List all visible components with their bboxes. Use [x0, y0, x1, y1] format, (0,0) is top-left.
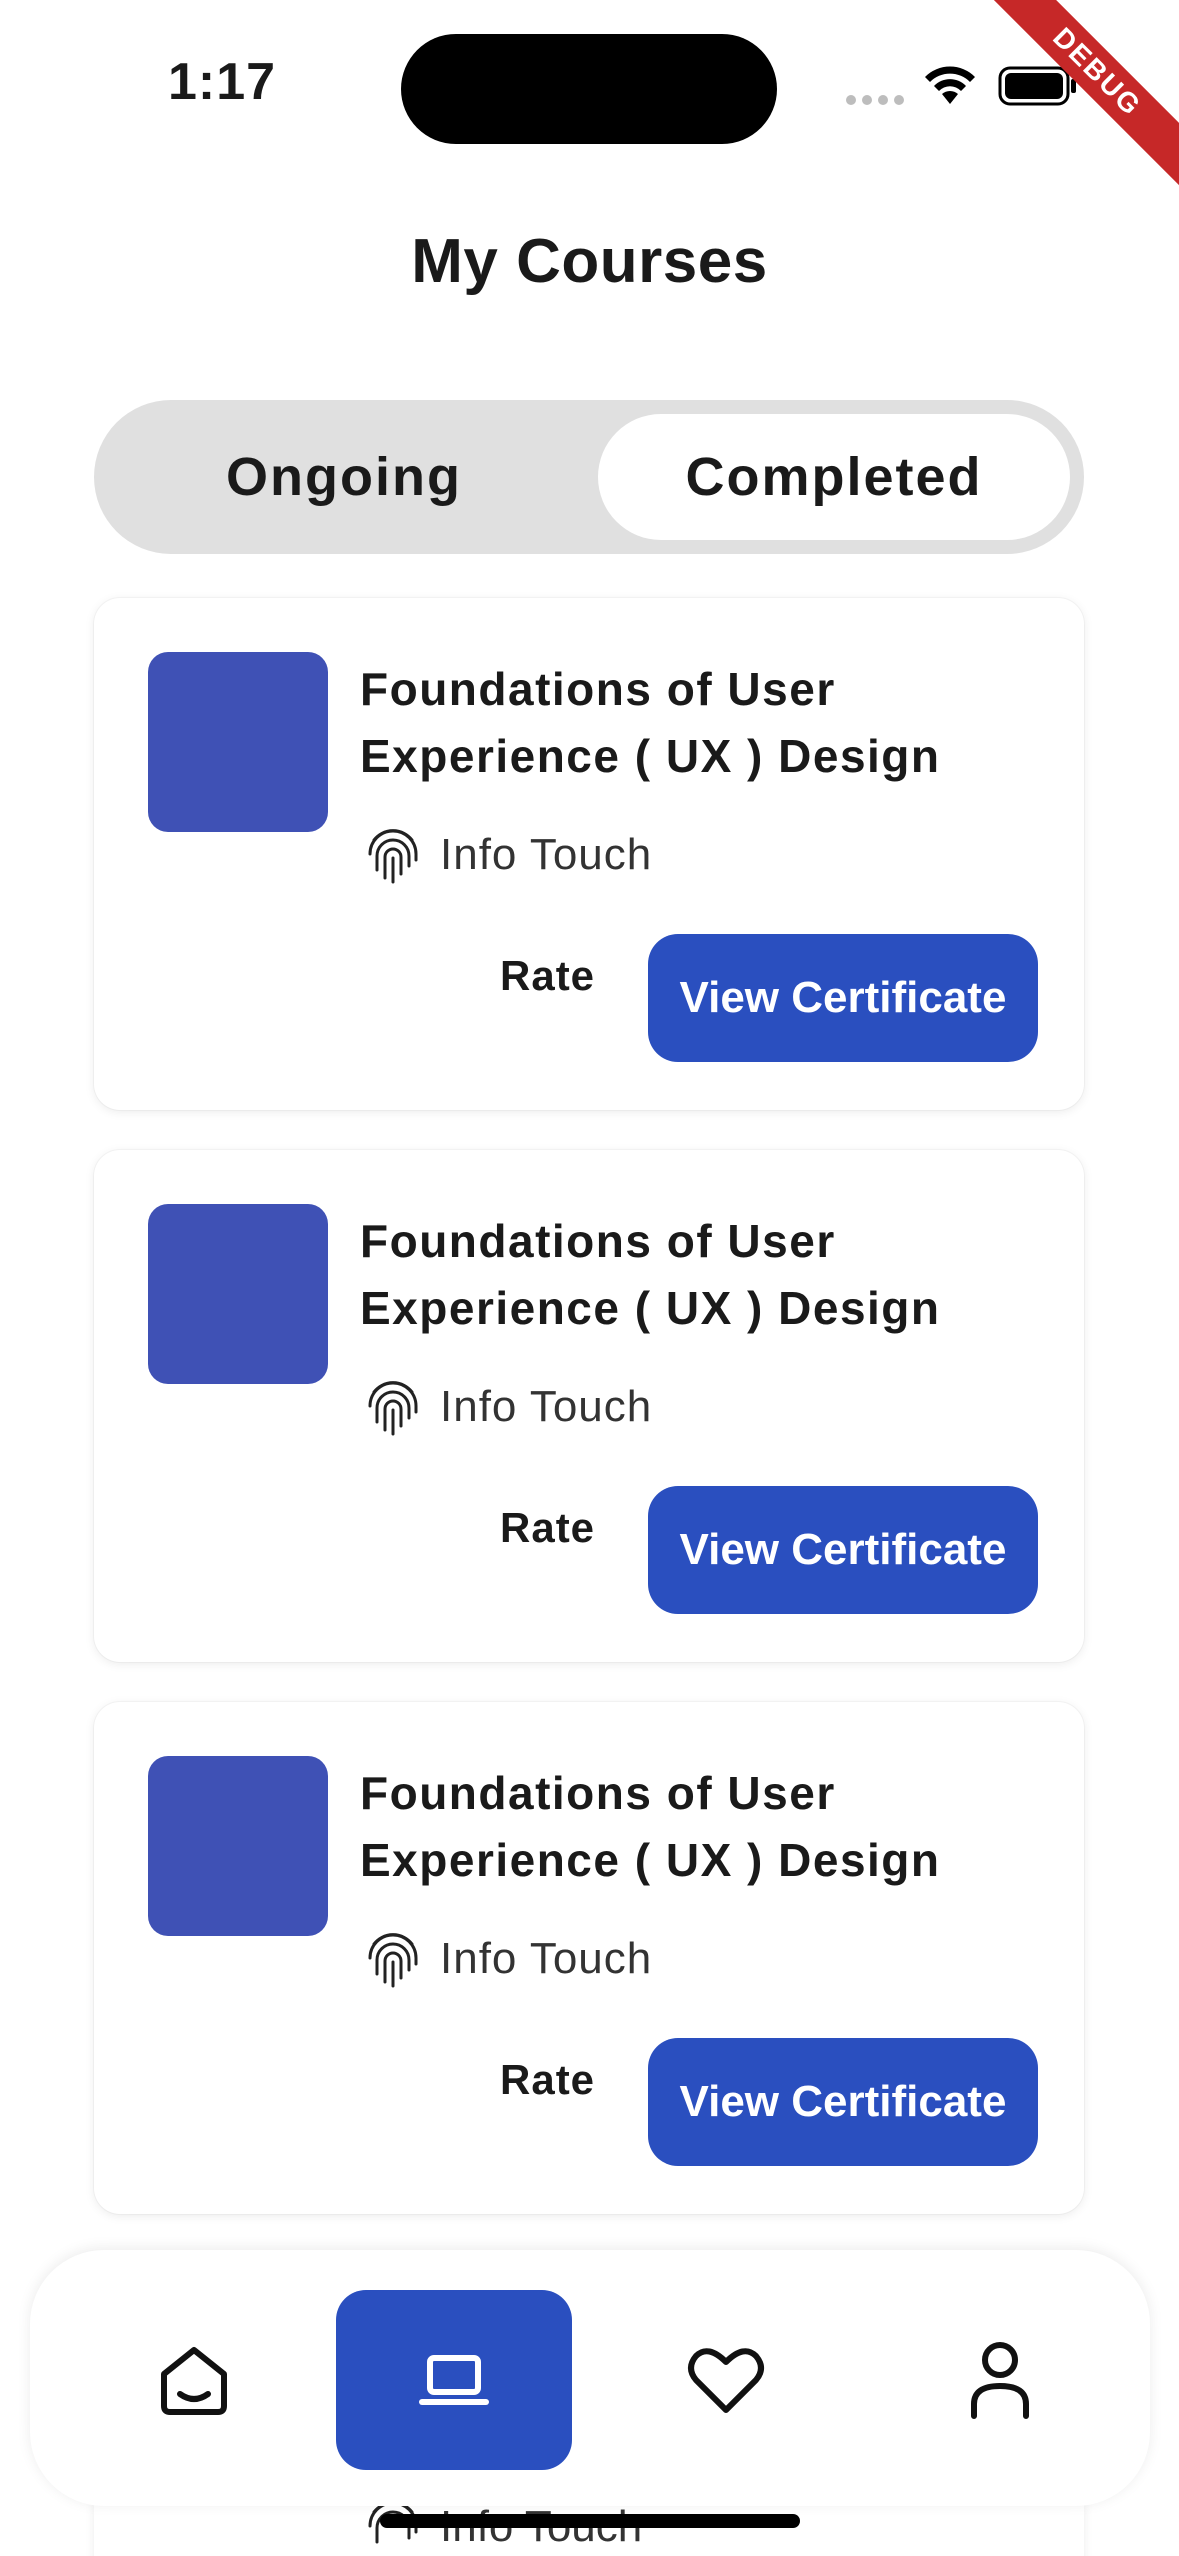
course-card[interactable]: Foundations of User Experience ( UX ) De…: [94, 1702, 1084, 2214]
fingerprint-icon: [368, 829, 418, 884]
course-thumbnail: [148, 652, 328, 832]
tab-ongoing[interactable]: Ongoing: [94, 400, 594, 554]
view-certificate-button[interactable]: View Certificate: [648, 934, 1038, 1062]
wifi-icon: [925, 66, 975, 104]
bottom-navigation: [30, 2250, 1150, 2506]
view-certificate-button[interactable]: View Certificate: [648, 1486, 1038, 1614]
tab-ongoing-label: Ongoing: [226, 447, 462, 507]
rate-button[interactable]: Rate: [500, 1504, 595, 1552]
course-title: Foundations of User Experience ( UX ) De…: [360, 663, 941, 782]
page-title: My Courses: [411, 227, 768, 296]
cellular-signal-icon: [846, 95, 904, 105]
course-title: Foundations of User Experience ( UX ) De…: [360, 1767, 941, 1886]
heart-icon: [688, 2348, 764, 2413]
course-thumbnail: [148, 1204, 328, 1384]
course-provider: Info Touch: [364, 824, 652, 886]
nav-favorites[interactable]: [608, 2290, 844, 2470]
course-provider: Info Touch: [364, 1928, 652, 1990]
view-certificate-button[interactable]: View Certificate: [648, 2038, 1038, 2166]
course-provider: Info Touch: [364, 1376, 652, 1438]
rate-button[interactable]: Rate: [500, 2056, 595, 2104]
rate-button[interactable]: Rate: [500, 952, 595, 1000]
dynamic-island: [401, 34, 777, 144]
tab-completed[interactable]: Completed: [598, 414, 1070, 540]
course-title: Foundations of User Experience ( UX ) De…: [360, 1215, 941, 1334]
laptop-icon: [419, 2355, 489, 2405]
status-time: 1:17: [168, 53, 277, 111]
course-card[interactable]: Foundations of User Experience ( UX ) De…: [94, 1150, 1084, 1662]
nav-home[interactable]: [76, 2290, 312, 2470]
screen: 1:17 DEBUG My Courses Ongoing Completed …: [0, 0, 1179, 2556]
provider-name: Info Touch: [440, 1934, 653, 1983]
course-card[interactable]: Foundations of User Experience ( UX ) De…: [94, 598, 1084, 1110]
home-indicator: [380, 2514, 800, 2528]
provider-name: Info Touch: [440, 1382, 653, 1431]
provider-name: Info Touch: [440, 830, 653, 879]
course-status-tabs: Ongoing Completed: [94, 400, 1084, 554]
course-thumbnail: [148, 1756, 328, 1936]
home-icon: [161, 2347, 227, 2415]
fingerprint-icon: [368, 1381, 418, 1436]
nav-profile[interactable]: [882, 2290, 1118, 2470]
user-icon: [971, 2342, 1029, 2419]
fingerprint-icon: [368, 1933, 418, 1988]
nav-courses[interactable]: [336, 2290, 572, 2470]
tab-completed-label: Completed: [685, 447, 983, 507]
